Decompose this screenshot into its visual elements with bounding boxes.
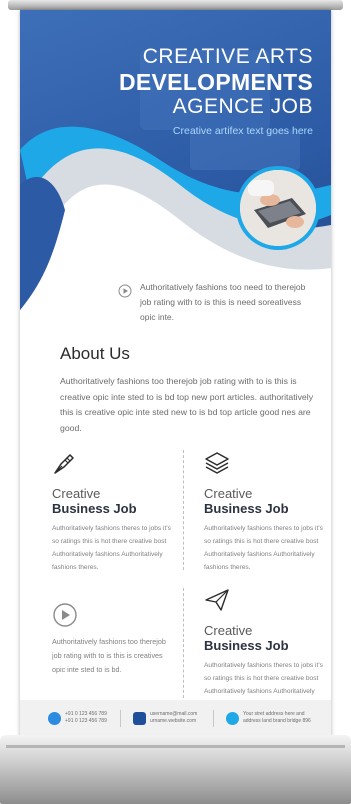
footer-separator	[213, 710, 214, 727]
feature-card-1: Creative Business Job Authoritatively fa…	[52, 450, 172, 574]
feature-card-2: Creative Business Job Authoritatively fa…	[204, 450, 324, 574]
laptop-hands-image	[240, 170, 316, 246]
card-1-heading-light: Creative	[52, 486, 101, 501]
column-divider-top	[183, 450, 184, 570]
layers-icon	[205, 452, 229, 474]
mail-icon	[133, 712, 146, 725]
laptop-photo	[236, 166, 320, 250]
about-text: Authoritatively fashions too therejob jo…	[60, 376, 314, 433]
play-circle-icon	[118, 284, 132, 298]
hero-title-line3: AGENCE JOB	[172, 95, 313, 118]
about-title: About Us	[60, 344, 130, 363]
banner-stand-base	[0, 735, 351, 804]
card-1-text: Authoritatively fashions theres to jobs …	[52, 525, 171, 571]
hero-section: CREATIVE ARTS DEVELOPMENTS AGENCE JOB Cr…	[20, 10, 331, 340]
rollup-banner: CREATIVE ARTS DEVELOPMENTS AGENCE JOB Cr…	[20, 10, 331, 738]
intro-text: Authoritatively fashions too need to the…	[140, 282, 306, 322]
card-3-heading-bold: Business Job	[204, 638, 289, 653]
address-line-1: Your stret address here and	[243, 711, 305, 717]
play-circle-icon	[53, 603, 77, 627]
card-4-text: Authoritatively fashions too therejob jo…	[52, 637, 166, 674]
hero-title-block: CREATIVE ARTS DEVELOPMENTS AGENCE JOB Cr…	[33, 44, 313, 137]
phone-icon	[48, 712, 61, 725]
phone-2: +91 0 123 456 789	[65, 718, 107, 724]
contact-footer: +91 0 123 456 789 +91 0 123 456 789 user…	[20, 700, 331, 738]
hero-tagline: Creative artifex text goes here	[172, 125, 313, 137]
hero-title-line1: CREATIVE ARTS	[142, 45, 313, 68]
website-address[interactable]: urname.website.com	[150, 718, 197, 725]
card-2-heading-bold: Business Job	[204, 501, 289, 516]
address-line-2: address land brand bridge 896	[243, 718, 311, 724]
card-2-text: Authoritatively fashions theres to jobs …	[204, 525, 323, 571]
column-divider-bottom	[183, 588, 184, 698]
card-2-heading-light: Creative	[204, 486, 253, 501]
card-1-heading-bold: Business Job	[52, 501, 137, 516]
hero-title-line2: DEVELOPMENTS	[118, 69, 313, 95]
phone-1: +91 0 123 456 789	[65, 711, 107, 717]
email-address[interactable]: username@mail.com	[150, 711, 197, 718]
location-pin-icon	[226, 712, 239, 725]
card-3-heading-light: Creative	[204, 623, 253, 638]
feature-card-3: Creative Business Job Authoritatively fa…	[204, 587, 324, 711]
paper-plane-icon	[205, 589, 229, 611]
banner-stand-top-bar	[8, 0, 343, 10]
pen-nib-icon	[54, 454, 74, 474]
footer-separator	[120, 710, 121, 727]
